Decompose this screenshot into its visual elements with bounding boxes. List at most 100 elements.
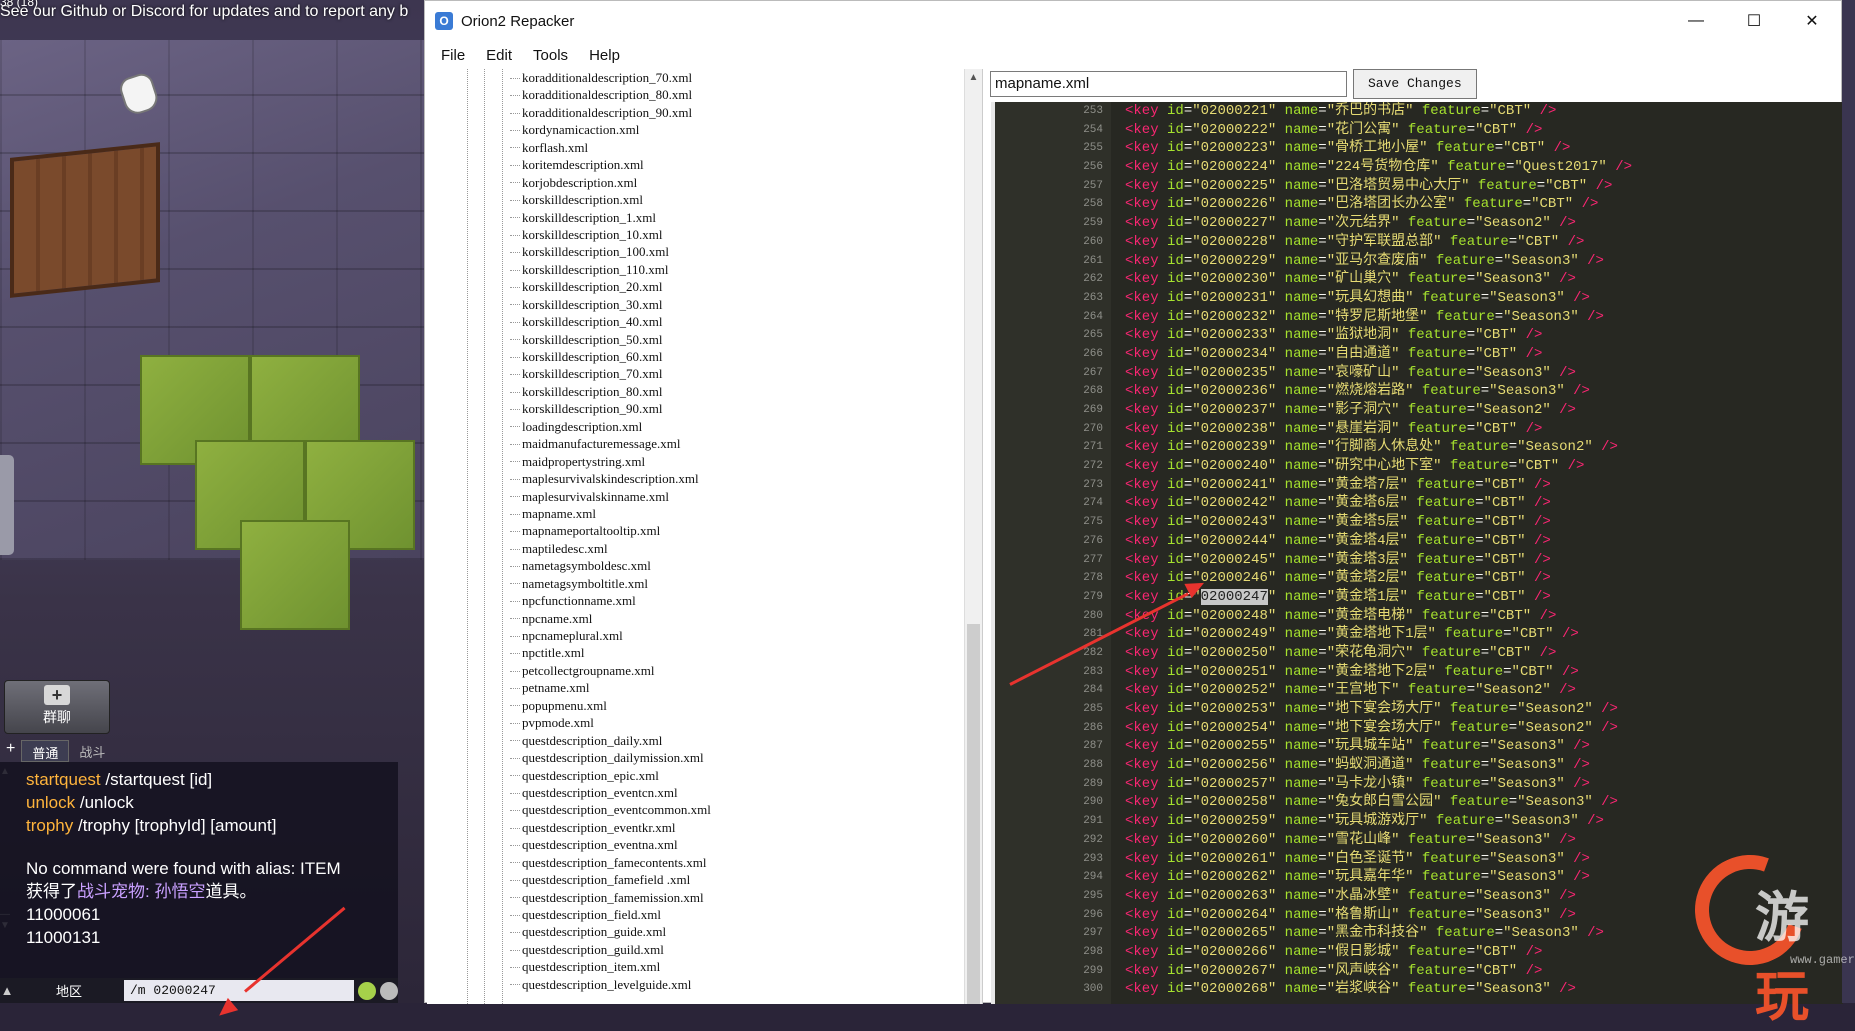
key-name-value[interactable]: 特罗尼斯地堡 bbox=[1335, 309, 1419, 325]
key-feature-value[interactable]: Season3 bbox=[1512, 813, 1571, 829]
tree-item[interactable]: questdescription_famemission.xml bbox=[510, 889, 711, 906]
key-feature-value[interactable]: CBT bbox=[1484, 122, 1509, 138]
tree-item[interactable]: questdescription_dailymission.xml bbox=[510, 749, 711, 766]
tree-item[interactable]: korskilldescription_10.xml bbox=[510, 226, 711, 243]
tree-item[interactable]: korflash.xml bbox=[510, 139, 711, 156]
tree-item[interactable]: npcfunctionname.xml bbox=[510, 592, 711, 609]
code-line[interactable]: <key id="02000249" name="黄金塔地下1层" featur… bbox=[1115, 625, 1632, 644]
key-name-value[interactable]: 亚马尔查废庙 bbox=[1335, 253, 1419, 269]
key-feature-value[interactable]: Season3 bbox=[1498, 757, 1557, 773]
code-line[interactable]: <key id="02000253" name="地下宴会场大厅" featur… bbox=[1115, 700, 1632, 719]
tree-item[interactable]: mapnameportaltooltip.xml bbox=[510, 522, 711, 539]
add-tab-icon[interactable]: + bbox=[0, 740, 21, 762]
key-feature-value[interactable]: CBT bbox=[1498, 645, 1523, 661]
code-line[interactable]: <key id="02000243" name="黄金塔5层" feature=… bbox=[1115, 513, 1632, 532]
code-line[interactable]: <key id="02000257" name="马卡龙小镇" feature=… bbox=[1115, 775, 1632, 794]
tree-item[interactable]: kordynamicaction.xml bbox=[510, 121, 711, 138]
key-name-value[interactable]: 花门公寓 bbox=[1335, 122, 1391, 138]
tree-item[interactable]: questdescription_eventkr.xml bbox=[510, 819, 711, 836]
tree-item[interactable]: korskilldescription_50.xml bbox=[510, 331, 711, 348]
tree-item[interactable]: korskilldescription_70.xml bbox=[510, 365, 711, 382]
key-feature-value[interactable]: CBT bbox=[1492, 514, 1517, 530]
key-name-value[interactable]: 蚂蚁洞通道 bbox=[1335, 757, 1405, 773]
code-line[interactable]: <key id="02000261" name="白色圣诞节" feature=… bbox=[1115, 850, 1632, 869]
key-feature-value[interactable]: Season2 bbox=[1526, 720, 1585, 736]
code-line[interactable]: <key id="02000229" name="亚马尔查废庙" feature… bbox=[1115, 252, 1632, 271]
key-id-value[interactable]: 02000222 bbox=[1201, 122, 1268, 138]
scroll-up-arrow-icon[interactable]: ▲ bbox=[965, 69, 982, 87]
key-name-value[interactable]: 乔巴的书店 bbox=[1335, 103, 1405, 119]
key-feature-value[interactable]: CBT bbox=[1520, 664, 1545, 680]
chat-channel-select[interactable]: 地区 bbox=[14, 981, 124, 1000]
code-line[interactable]: <key id="02000226" name="巴洛塔团长办公室" featu… bbox=[1115, 195, 1632, 214]
code-line[interactable]: <key id="02000235" name="哀嚎矿山" feature="… bbox=[1115, 364, 1632, 383]
tree-item[interactable]: questdescription_epic.xml bbox=[510, 767, 711, 784]
key-id-value[interactable]: 02000257 bbox=[1201, 776, 1268, 792]
key-id-value[interactable]: 02000259 bbox=[1201, 813, 1268, 829]
key-name-value[interactable]: 矿山巢穴 bbox=[1335, 271, 1391, 287]
key-name-value[interactable]: 假日影城 bbox=[1335, 944, 1391, 960]
key-id-value[interactable]: 02000251 bbox=[1201, 664, 1268, 680]
key-feature-value[interactable]: CBT bbox=[1512, 140, 1537, 156]
tree-scrollbar[interactable]: ▲ bbox=[964, 69, 982, 1004]
key-feature-value[interactable]: Season3 bbox=[1512, 925, 1571, 941]
tree-item[interactable]: maidmanufacturemessage.xml bbox=[510, 435, 711, 452]
key-name-value[interactable]: 黄金塔4层 bbox=[1335, 533, 1399, 549]
tree-item[interactable]: questdescription_guild.xml bbox=[510, 941, 711, 958]
key-id-value[interactable]: 02000256 bbox=[1201, 757, 1268, 773]
key-id-value[interactable]: 02000233 bbox=[1201, 327, 1268, 343]
code-line[interactable]: <key id="02000222" name="花门公寓" feature="… bbox=[1115, 121, 1632, 140]
code-line[interactable]: <key id="02000242" name="黄金塔6层" feature=… bbox=[1115, 494, 1632, 513]
tree-item[interactable]: loadingdescription.xml bbox=[510, 418, 711, 435]
key-id-value[interactable]: 02000229 bbox=[1201, 253, 1268, 269]
key-id-value[interactable]: 02000264 bbox=[1201, 907, 1268, 923]
key-feature-value[interactable]: Season2 bbox=[1484, 402, 1543, 418]
tree-item[interactable]: questdescription_field.xml bbox=[510, 906, 711, 923]
key-id-value[interactable]: 02000236 bbox=[1201, 383, 1268, 399]
key-id-value[interactable]: 02000268 bbox=[1201, 981, 1268, 997]
settings-icon[interactable] bbox=[380, 981, 398, 1000]
code-line[interactable]: <key id="02000230" name="矿山巢穴" feature="… bbox=[1115, 270, 1632, 289]
key-feature-value[interactable]: CBT bbox=[1492, 477, 1517, 493]
key-id-value[interactable]: 02000235 bbox=[1201, 365, 1268, 381]
menu-edit[interactable]: Edit bbox=[486, 47, 512, 64]
key-feature-value[interactable]: Season3 bbox=[1484, 907, 1543, 923]
tree-item[interactable]: questdescription_eventna.xml bbox=[510, 836, 711, 853]
key-id-value[interactable]: 02000237 bbox=[1201, 402, 1268, 418]
chat-tab-normal[interactable]: 普通 bbox=[21, 740, 70, 762]
key-id-value[interactable]: 02000261 bbox=[1201, 851, 1268, 867]
code-line[interactable]: <key id="02000251" name="黄金塔地下2层" featur… bbox=[1115, 663, 1632, 682]
tree-item[interactable]: nametagsymboldesc.xml bbox=[510, 557, 711, 574]
key-name-value[interactable]: 监狱地洞 bbox=[1335, 327, 1391, 343]
key-id-value[interactable]: 02000244 bbox=[1201, 533, 1268, 549]
tree-item[interactable]: questdescription_item.xml bbox=[510, 958, 711, 975]
tree-item[interactable]: petname.xml bbox=[510, 679, 711, 696]
key-name-value[interactable]: 行脚商人休息处 bbox=[1335, 439, 1433, 455]
key-name-value[interactable]: 岩浆峡谷 bbox=[1335, 981, 1391, 997]
key-feature-value[interactable]: Season2 bbox=[1484, 682, 1543, 698]
key-name-value[interactable]: 燃烧熔岩路 bbox=[1335, 383, 1405, 399]
code-line[interactable]: <key id="02000238" name="悬崖岩洞" feature="… bbox=[1115, 420, 1632, 439]
code-line[interactable]: <key id="02000256" name="蚂蚁洞通道" feature=… bbox=[1115, 756, 1632, 775]
code-line[interactable]: <key id="02000223" name="骨桥工地小屋" feature… bbox=[1115, 139, 1632, 158]
key-feature-value[interactable]: Season3 bbox=[1484, 832, 1543, 848]
key-name-value[interactable]: 王宫地下 bbox=[1335, 682, 1391, 698]
code-line[interactable]: <key id="02000241" name="黄金塔7层" feature=… bbox=[1115, 476, 1632, 495]
key-id-value[interactable]: 02000228 bbox=[1201, 234, 1268, 250]
key-id-value[interactable]: 02000230 bbox=[1201, 271, 1268, 287]
close-button[interactable]: ✕ bbox=[1783, 1, 1841, 41]
code-line[interactable]: <key id="02000265" name="黑金市科技谷" feature… bbox=[1115, 924, 1632, 943]
key-id-value[interactable]: 02000246 bbox=[1201, 570, 1268, 586]
key-name-value[interactable]: 巴洛塔贸易中心大厅 bbox=[1335, 178, 1461, 194]
key-id-value[interactable]: 02000248 bbox=[1201, 608, 1268, 624]
tree-item[interactable]: questdescription_famefield .xml bbox=[510, 871, 711, 888]
key-id-value[interactable]: 02000221 bbox=[1201, 103, 1268, 119]
key-name-value[interactable]: 格鲁斯山 bbox=[1335, 907, 1391, 923]
minimize-button[interactable]: — bbox=[1667, 1, 1725, 41]
filename-input[interactable]: mapname.xml bbox=[990, 71, 1347, 97]
code-lines[interactable]: <key id="02000221" name="乔巴的书店" feature=… bbox=[1115, 102, 1632, 999]
tree-item[interactable]: maptiledesc.xml bbox=[510, 540, 711, 557]
tree-item[interactable]: koradditionaldescription_90.xml bbox=[510, 104, 711, 121]
code-line[interactable]: <key id="02000264" name="格鲁斯山" feature="… bbox=[1115, 906, 1632, 925]
tree-item[interactable]: npcnameplural.xml bbox=[510, 627, 711, 644]
